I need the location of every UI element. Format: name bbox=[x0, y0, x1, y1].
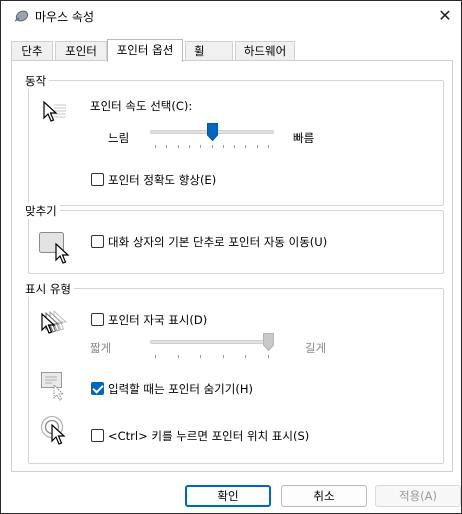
slider-tick bbox=[177, 145, 179, 148]
slider-tick bbox=[177, 355, 179, 358]
tab-pointers[interactable]: 포인터 bbox=[55, 41, 107, 61]
trails-long-label: 길게 bbox=[305, 341, 327, 355]
mouse-properties-dialog: 마우스 속성 ✕ 단추 포인터 포인터 옵션 휠 하드웨어 동작 포인터 속도 … bbox=[0, 0, 462, 514]
slider-tick bbox=[211, 145, 213, 148]
tab-strip: 단추 포인터 포인터 옵션 휠 하드웨어 bbox=[11, 39, 451, 62]
pointer-trails-slider[interactable] bbox=[150, 333, 274, 363]
visibility-group-label: 표시 유형 bbox=[22, 281, 74, 297]
pointer-speed-slider[interactable] bbox=[150, 123, 274, 153]
snap-to-group-label: 맞추기 bbox=[22, 203, 60, 219]
pointer-speed-icon bbox=[43, 100, 66, 122]
window-title: 마우스 속성 bbox=[35, 10, 95, 24]
title-bar: 마우스 속성 ✕ bbox=[1, 1, 461, 31]
pointer-trails-icon bbox=[41, 309, 68, 334]
trails-short-label: 짧게 bbox=[90, 341, 112, 355]
pointer-trails-thumb[interactable] bbox=[263, 333, 274, 351]
slider-tick bbox=[222, 355, 224, 358]
slider-tick bbox=[268, 355, 269, 358]
slider-tick bbox=[200, 145, 202, 148]
close-button[interactable]: ✕ bbox=[429, 1, 461, 31]
pointer-location-icon bbox=[40, 415, 66, 445]
hide-while-typing-label[interactable]: 입력할 때는 포인터 숨기기(H) bbox=[108, 381, 253, 397]
slider-tick bbox=[256, 145, 258, 148]
hide-pointer-icon bbox=[41, 372, 65, 401]
slider-tick bbox=[155, 145, 156, 148]
show-location-ctrl-label[interactable]: <Ctrl> 키를 누르면 포인터 위치 표시(S) bbox=[108, 428, 309, 444]
cancel-button[interactable]: 취소 bbox=[281, 485, 367, 507]
snap-to-checkbox[interactable] bbox=[91, 235, 104, 248]
close-icon: ✕ bbox=[438, 6, 452, 25]
pointer-trails-track bbox=[150, 340, 274, 344]
apply-button[interactable]: 적용(A) bbox=[375, 485, 461, 507]
snap-to-button-icon bbox=[39, 232, 70, 264]
fast-label: 빠름 bbox=[293, 131, 315, 145]
slider-tick bbox=[234, 145, 236, 148]
slider-tick bbox=[200, 355, 202, 358]
ok-button[interactable]: 확인 bbox=[185, 485, 271, 507]
speed-label: 포인터 속도 선택(C): bbox=[90, 99, 193, 113]
slider-tick bbox=[188, 145, 190, 148]
tab-wheel[interactable]: 휠 bbox=[185, 41, 233, 61]
slow-label: 느림 bbox=[108, 131, 130, 145]
pointer-trails-checkbox[interactable] bbox=[91, 313, 104, 326]
hide-while-typing-checkbox[interactable] bbox=[91, 382, 104, 395]
pointer-speed-thumb[interactable] bbox=[206, 123, 218, 141]
tab-buttons[interactable]: 단추 bbox=[11, 41, 53, 61]
pointer-speed-ticks bbox=[150, 145, 274, 149]
mouse-app-icon bbox=[14, 10, 29, 22]
slider-tick bbox=[245, 145, 247, 148]
precision-label[interactable]: 포인터 정확도 향상(E) bbox=[108, 172, 216, 188]
slider-tick bbox=[222, 145, 224, 148]
slider-tick bbox=[245, 355, 247, 358]
slider-tick bbox=[166, 145, 168, 148]
tab-pointer-options[interactable]: 포인터 옵션 bbox=[107, 39, 183, 62]
slider-tick bbox=[155, 355, 156, 358]
tab-hardware[interactable]: 하드웨어 bbox=[235, 41, 295, 61]
snap-to-label[interactable]: 대화 상자의 기본 단추로 포인터 자동 이동(U) bbox=[108, 234, 327, 250]
precision-checkbox[interactable] bbox=[91, 173, 104, 186]
pointer-trails-label[interactable]: 포인터 자국 표시(D) bbox=[108, 312, 207, 328]
motion-group-label: 동작 bbox=[22, 73, 50, 89]
pointer-options-panel: 동작 포인터 속도 선택(C): 느림 빠름 포인터 정확도 향상(E) 맞추기… bbox=[11, 60, 453, 472]
pointer-trails-ticks bbox=[150, 355, 274, 359]
show-location-ctrl-checkbox[interactable] bbox=[91, 429, 104, 442]
slider-tick bbox=[268, 145, 269, 148]
